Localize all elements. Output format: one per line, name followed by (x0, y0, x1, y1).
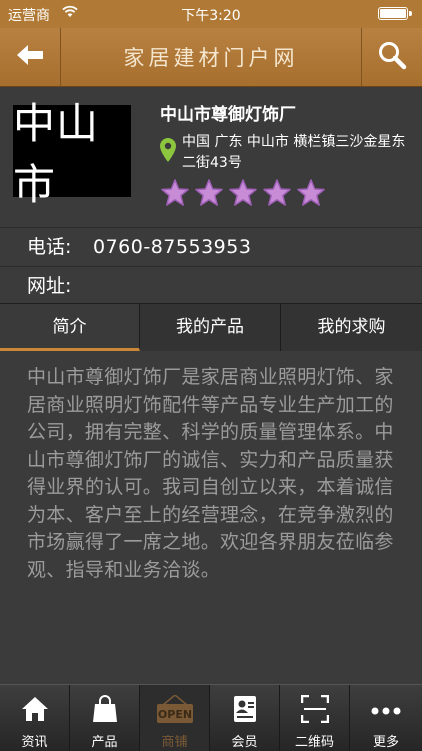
more-dots-icon (350, 695, 422, 723)
shopping-bag-icon (70, 695, 139, 723)
star-icon (228, 178, 258, 208)
clock: 下午3:20 (181, 8, 241, 24)
search-icon (377, 40, 407, 74)
page-title: 家居建材门户网 (123, 46, 299, 70)
star-icon (262, 178, 292, 208)
bottom-tab-label: 商铺 (161, 735, 188, 750)
back-arrow-icon (15, 43, 45, 71)
store-logo-text: 中山市 (13, 99, 100, 209)
bottom-tab-products[interactable]: 产品 (70, 685, 140, 751)
status-bar: 运营商 下午3:20 (0, 0, 422, 28)
location-pin-icon (160, 138, 176, 166)
store-name: 中山市尊御灯饰厂 (160, 105, 296, 125)
open-sign-icon: OPEN (140, 695, 209, 723)
phone-number[interactable]: 0760-87553953 (93, 228, 251, 266)
bottom-tab-label: 会员 (231, 735, 258, 750)
bottom-tab-label: 产品 (91, 735, 118, 750)
bottom-tab-more[interactable]: 更多 (350, 685, 422, 751)
rating-stars (160, 178, 326, 208)
bottom-tab-news[interactable]: 资讯 (0, 685, 70, 751)
home-icon (0, 695, 69, 723)
tab-intro[interactable]: 简介 (0, 304, 140, 351)
bottom-tab-bar: 资讯 产品 OPEN 商铺 会员 二维码 更多 (0, 684, 422, 751)
bottom-tab-label: 更多 (372, 735, 399, 750)
star-icon (160, 178, 190, 208)
battery-nub (409, 11, 412, 16)
website-label: 网址: (27, 275, 72, 297)
address-text: 中国 广东 中山市 横栏镇三沙金星东二街43号 (182, 134, 406, 171)
open-sign-text: OPEN (157, 708, 191, 721)
nav-bar: 家居建材门户网 (0, 28, 422, 87)
bottom-tab-qrcode[interactable]: 二维码 (280, 685, 350, 751)
qr-scan-icon (280, 695, 349, 723)
search-button[interactable] (361, 28, 422, 86)
bottom-tab-label: 资讯 (21, 735, 48, 750)
company-intro: 中山市尊御灯饰厂是家居商业照明灯饰、家居商业照明灯饰配件等产品专业生产加工的公司… (27, 366, 394, 581)
phone-row[interactable]: 电话: 0760-87553953 (0, 227, 422, 266)
battery-icon (378, 7, 408, 20)
phone-label: 电话: (27, 236, 72, 258)
website-row[interactable]: 网址: (0, 266, 422, 305)
tab-my-products[interactable]: 我的产品 (140, 304, 281, 351)
star-icon (194, 178, 224, 208)
star-icon (296, 178, 326, 208)
store-header: 中山市 中山市尊御灯饰厂 中国 广东 中山市 横栏镇三沙金星东二街43号 (0, 86, 422, 222)
bottom-tab-shops[interactable]: OPEN 商铺 (140, 685, 210, 751)
tab-my-purchases[interactable]: 我的求购 (281, 304, 422, 351)
content-tabs: 简介 我的产品 我的求购 (0, 303, 422, 351)
bottom-tab-label: 二维码 (294, 735, 334, 750)
member-card-icon (210, 695, 279, 723)
store-logo: 中山市 (13, 99, 131, 209)
back-button[interactable] (0, 28, 61, 86)
bottom-tab-members[interactable]: 会员 (210, 685, 280, 751)
